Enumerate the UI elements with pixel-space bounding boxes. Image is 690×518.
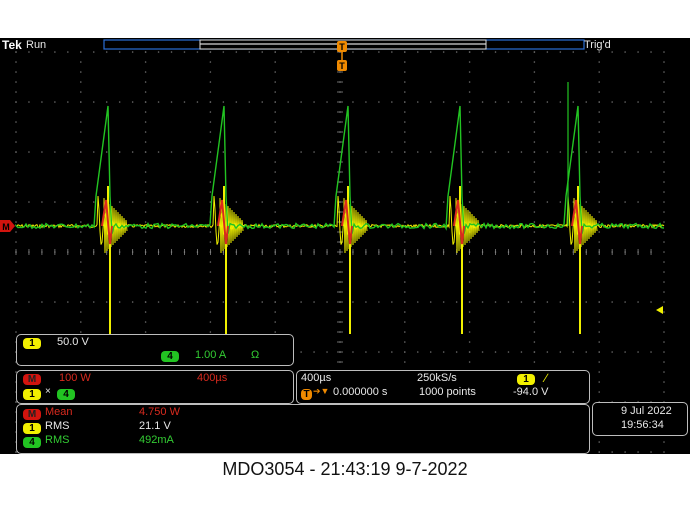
trigger-source-chip[interactable]: 1 <box>517 374 535 385</box>
ch4-scale: 1.00 A <box>195 349 227 361</box>
math-chip[interactable]: M <box>23 374 41 385</box>
waveform-traces <box>15 82 665 334</box>
measurement-0-chip: M <box>23 409 41 420</box>
math-scale: 100 W <box>59 372 91 384</box>
trigger-level: -94.0 V <box>513 386 549 398</box>
math-marker-label: M <box>2 222 10 232</box>
trigger-marker-label: T <box>339 61 345 71</box>
trigger-level-arrow[interactable] <box>656 306 663 314</box>
ch1-scale: 50.0 V <box>57 336 89 348</box>
measurement-2-value: 492mA <box>139 434 174 446</box>
oscilloscope-screen: T T M Tek Run Trig'd 1 50.0 V 4 1.00 A Ω… <box>0 38 690 454</box>
measurement-2-label: RMS <box>45 434 70 446</box>
trigger-status: Trig'd <box>584 39 611 51</box>
measurement-1-value: 21.1 V <box>139 420 171 432</box>
measurements-box[interactable]: M Mean 4.750 W 1 RMS 21.1 V 4 RMS 492mA <box>16 404 590 454</box>
math-time: 400µs <box>197 372 228 384</box>
measurement-0-value: 4.750 W <box>139 406 180 418</box>
horizontal-position: 0.000000 s <box>333 386 388 398</box>
measurement-1-label: RMS <box>45 420 70 432</box>
datetime-box[interactable]: 9 Jul 2022 19:56:34 <box>592 402 688 436</box>
measurement-1-chip: 1 <box>23 423 41 434</box>
rising-edge-icon: ∕ <box>545 371 548 385</box>
trigger-position-arrow: ➔▼ <box>313 386 330 396</box>
math-channel-box[interactable]: M 100 W 400µs 1 × 4 <box>16 370 294 404</box>
math-operator: × <box>45 386 51 397</box>
measurement-0-label: Mean <box>45 406 73 418</box>
channel-scale-box[interactable]: 1 50.0 V 4 1.00 A Ω <box>16 334 294 366</box>
image-caption: MDO3054 - 21:43:19 9-7-2022 <box>222 459 468 479</box>
math-operand2-chip: 4 <box>57 389 75 400</box>
ch4-chip[interactable]: 4 <box>161 351 179 362</box>
tek-logo: Tek <box>2 38 22 52</box>
ch1-chip[interactable]: 1 <box>23 338 41 349</box>
horizontal-scale: 400µs <box>301 372 332 384</box>
trigger-position-icon: T <box>301 389 312 400</box>
sample-rate: 250kS/s <box>417 372 457 384</box>
record-length: 1000 points <box>419 386 476 398</box>
date: 9 Jul 2022 <box>621 405 672 417</box>
time: 19:56:34 <box>621 419 664 431</box>
acquisition-run-status[interactable]: Run <box>26 39 46 51</box>
ch4-waveform <box>15 105 665 235</box>
ohm-icon: Ω <box>251 349 260 361</box>
trigger-marker-top-label: T <box>339 42 345 52</box>
timebase-box[interactable]: 400µs 250kS/s 1 ∕ T ➔▼ 0.000000 s 1000 p… <box>296 370 590 404</box>
measurement-2-chip: 4 <box>23 437 41 448</box>
math-operand1-chip: 1 <box>23 389 41 400</box>
